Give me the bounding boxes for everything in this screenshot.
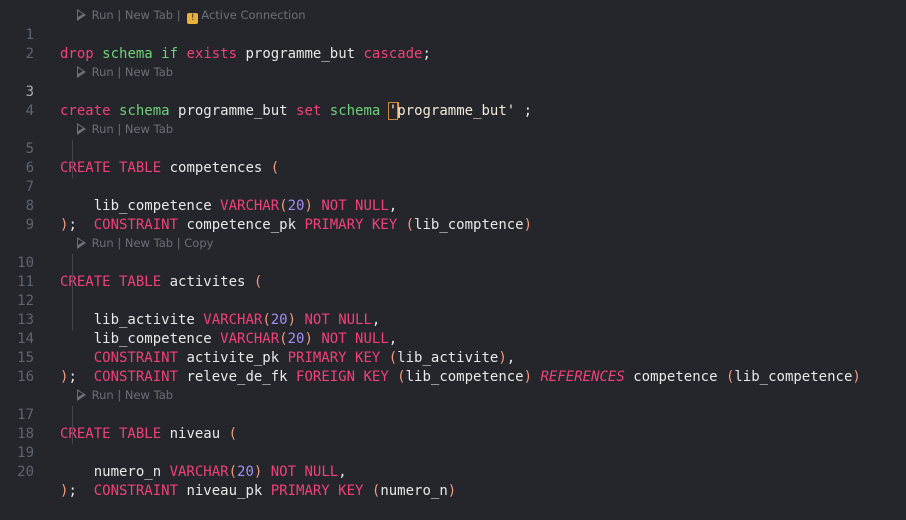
punctuation: , bbox=[338, 464, 347, 480]
code-line-8[interactable]: 8 ); bbox=[0, 178, 906, 233]
codelens-run-newtab[interactable]: Run | New Tab bbox=[0, 371, 906, 402]
codelens-run-newtab-connection[interactable]: Run | New Tab | ! Active Connection bbox=[0, 0, 906, 24]
codelens-run-newtab-copy[interactable]: Run | New Tab | Copy bbox=[0, 219, 906, 250]
identifier: niveau_pk bbox=[178, 483, 271, 499]
code-line-16[interactable]: 16 bbox=[0, 349, 906, 385]
keyword: NOT NULL bbox=[262, 464, 339, 480]
code-line-7[interactable]: 7 CONSTRAINT competence_pk PRIMARY KEY (… bbox=[0, 159, 906, 233]
indent-guide bbox=[72, 425, 73, 444]
code-line-6[interactable]: 6 lib_competence VARCHAR(20) NOT NULL, bbox=[0, 140, 906, 214]
code-line-9[interactable]: 9 bbox=[0, 197, 906, 233]
code-editor[interactable]: Run | New Tab | ! Active Connection 1 dro… bbox=[0, 0, 906, 499]
bracket: ) bbox=[253, 464, 263, 480]
code-line-3[interactable]: 3 create schema programme_but set schema… bbox=[0, 64, 906, 120]
identifier: numero_n bbox=[93, 464, 170, 480]
line-number: 20 bbox=[17, 464, 34, 480]
code-line-17[interactable]: 17 CREATE TABLE niveau ( bbox=[0, 387, 906, 442]
code-line-18[interactable]: 18 numero_n VARCHAR(20) NOT NULL, bbox=[0, 406, 906, 480]
code-line-20[interactable]: 20 ); bbox=[0, 444, 906, 499]
code-line-1[interactable]: 1 drop schema if exists programme_but ca… bbox=[0, 7, 906, 62]
bracket: ) bbox=[447, 483, 457, 499]
codelens-run-newtab[interactable]: Run | New Tab bbox=[0, 105, 906, 136]
punctuation: ; bbox=[68, 483, 77, 499]
keyword: VARCHAR bbox=[169, 464, 229, 480]
bracket: ) bbox=[60, 483, 69, 499]
indent-guide bbox=[72, 254, 73, 273]
indent-guide bbox=[72, 140, 73, 159]
indent-guide bbox=[72, 273, 73, 292]
codelens-run-newtab[interactable]: Run | New Tab bbox=[0, 48, 906, 79]
code-line-4[interactable]: 4 bbox=[0, 83, 906, 119]
number: 20 bbox=[237, 464, 254, 480]
code-line-15[interactable]: 15 ); bbox=[0, 330, 906, 385]
bracket: ( bbox=[228, 464, 238, 480]
identifier: numero_n bbox=[380, 483, 448, 499]
code-line-11[interactable]: 11 lib_activite VARCHAR(20) NOT NULL, bbox=[0, 254, 906, 328]
code-line-12[interactable]: 12 lib_competence VARCHAR(20) NOT NULL, bbox=[0, 273, 906, 347]
bracket: ( bbox=[363, 483, 381, 499]
code-line-5[interactable]: 5 CREATE TABLE competences ( bbox=[0, 121, 906, 176]
indent-guide bbox=[72, 406, 73, 425]
keyword: PRIMARY KEY bbox=[270, 483, 364, 499]
indent-guide bbox=[72, 292, 73, 311]
indent-guide bbox=[72, 311, 73, 330]
keyword: CONSTRAINT bbox=[93, 483, 179, 499]
code-line-10[interactable]: 10 CREATE TABLE activites ( bbox=[0, 235, 906, 290]
code-line-13[interactable]: 13 CONSTRAINT activite_pk PRIMARY KEY (l… bbox=[0, 292, 906, 366]
code-line-19[interactable]: 19 CONSTRAINT niveau_pk PRIMARY KEY (num… bbox=[0, 425, 906, 499]
indent-guide bbox=[72, 159, 73, 178]
code-line-14[interactable]: 14 CONSTRAINT releve_de_fk FOREIGN KEY (… bbox=[0, 311, 906, 385]
code-line-2[interactable]: 2 bbox=[0, 26, 906, 62]
